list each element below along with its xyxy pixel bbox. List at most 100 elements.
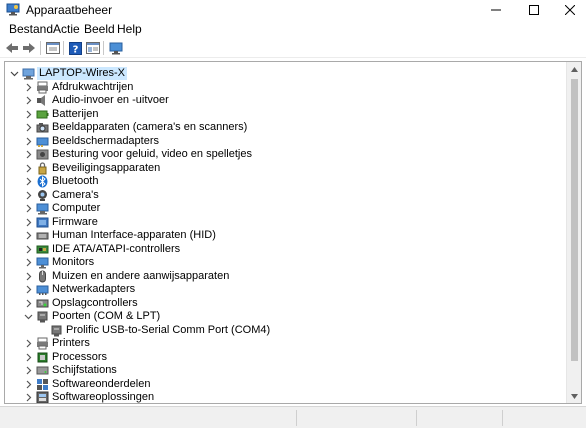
- chevron-right-icon[interactable]: [24, 245, 33, 254]
- menu-help[interactable]: Help: [117, 23, 142, 36]
- tree-item-label: Bluetooth: [52, 175, 99, 187]
- chevron-right-icon[interactable]: [24, 150, 33, 159]
- status-pane: [502, 410, 503, 426]
- minimize-icon: [491, 9, 501, 11]
- properties-icon: [46, 42, 60, 54]
- window-title: Apparaatbeheer: [26, 3, 113, 17]
- maximize-button[interactable]: [516, 0, 552, 20]
- help-icon: ?: [68, 41, 82, 55]
- close-icon: [565, 5, 575, 15]
- chevron-right-icon[interactable]: [24, 393, 33, 402]
- chevron-right-icon[interactable]: [24, 258, 33, 267]
- chevron-right-icon[interactable]: [24, 177, 33, 186]
- tree-item-label: Prolific USB-to-Serial Comm Port (COM4): [66, 323, 271, 336]
- minimize-button[interactable]: [478, 0, 514, 20]
- chevron-right-icon[interactable]: [24, 191, 33, 200]
- chevron-right-icon[interactable]: [24, 137, 33, 146]
- tree-item-label: Computer: [52, 202, 101, 214]
- display-adapter-icon: [36, 137, 49, 147]
- tree-item-label: Beeldapparaten (camera's en scanners): [52, 121, 248, 133]
- tree-item-label: Schijfstations: [52, 364, 117, 376]
- battery-icon: [36, 110, 49, 118]
- chevron-right-icon[interactable]: [24, 96, 33, 105]
- processor-icon: [37, 352, 48, 362]
- chevron-right-icon[interactable]: [24, 231, 33, 240]
- webcam-icon: [38, 189, 47, 201]
- view-button[interactable]: [85, 40, 101, 56]
- tree-item-label: Beeldschermadapters: [52, 134, 160, 147]
- status-pane: [416, 410, 417, 426]
- tree-item-label: Beveiligingsapparaten: [52, 161, 161, 174]
- status-bar: [0, 406, 586, 428]
- tree-item-label: Softwareonderdelen: [52, 377, 151, 390]
- chevron-right-icon[interactable]: [24, 164, 33, 173]
- toolbar-separator: [63, 41, 64, 55]
- help-button[interactable]: ?: [67, 40, 83, 56]
- tree-item-label: Batterijen: [52, 107, 99, 120]
- sound-icon: [36, 149, 49, 160]
- disk-drive-icon: [36, 366, 49, 375]
- chevron-right-icon[interactable]: [24, 272, 33, 281]
- maximize-icon: [529, 5, 539, 15]
- chevron-right-icon[interactable]: [24, 366, 33, 375]
- view-icon: [86, 42, 100, 54]
- back-arrow-icon: [6, 43, 18, 53]
- tree-item-label: Monitors: [52, 256, 95, 268]
- scrollbar-thumb[interactable]: [571, 79, 578, 361]
- vertical-scrollbar[interactable]: [566, 62, 581, 403]
- chevron-right-icon[interactable]: [24, 218, 33, 227]
- print-queue-icon: [37, 81, 48, 93]
- device-manager-icon: [6, 3, 20, 16]
- chevron-right-icon[interactable]: [24, 353, 33, 362]
- security-key-icon: [38, 161, 47, 174]
- port-icon: [51, 325, 62, 336]
- device-tree[interactable]: LAPTOP-Wires-X Afdrukwachtrijen Audio-inv…: [4, 61, 582, 404]
- scroll-down-button[interactable]: [567, 389, 581, 403]
- chevron-right-icon[interactable]: [24, 83, 33, 92]
- tree-item-label: Besturing voor geluid, video en spelletj…: [52, 148, 252, 160]
- menu-bar: Bestand Actie Beeld Help: [0, 20, 586, 38]
- back-button[interactable]: [4, 40, 20, 56]
- software-component-icon: [37, 378, 48, 390]
- tree-item-label: Human Interface-apparaten (HID): [52, 229, 216, 241]
- printer-icon: [37, 337, 48, 350]
- chevron-down-icon[interactable]: [24, 312, 33, 321]
- bluetooth-icon: [37, 175, 48, 188]
- properties-button[interactable]: [45, 40, 61, 56]
- software-solution-icon: [36, 391, 49, 403]
- tree-item-label: Afdrukwachtrijen: [52, 80, 134, 93]
- tree-item-label: Netwerkadapters: [52, 283, 136, 295]
- hid-icon: [36, 232, 49, 240]
- menu-bestand[interactable]: Bestand: [9, 23, 53, 36]
- menu-beeld[interactable]: Beeld: [84, 23, 115, 36]
- tree-item-label: Softwareoplossingen: [52, 391, 155, 403]
- monitor-icon: [36, 257, 49, 269]
- chevron-right-icon[interactable]: [24, 339, 33, 348]
- tree-item-label: Firmware: [52, 215, 98, 228]
- port-icon: [37, 311, 48, 323]
- chevron-right-icon[interactable]: [24, 380, 33, 389]
- scan-hardware-button[interactable]: [108, 40, 124, 56]
- chevron-down-icon[interactable]: [10, 69, 19, 78]
- speaker-icon: [37, 95, 45, 106]
- network-adapter-icon: [36, 285, 49, 295]
- toolbar-separator: [40, 41, 41, 55]
- computer-icon: [36, 203, 49, 215]
- camera-scanner-icon: [36, 123, 49, 133]
- status-pane: [296, 410, 297, 426]
- chevron-right-icon[interactable]: [24, 299, 33, 308]
- storage-controller-icon: [36, 299, 49, 307]
- tree-item-label: IDE ATA/ATAPI-controllers: [52, 242, 181, 255]
- computer-icon: [22, 68, 35, 80]
- chevron-right-icon[interactable]: [24, 204, 33, 213]
- chevron-right-icon[interactable]: [24, 285, 33, 294]
- chevron-right-icon[interactable]: [24, 123, 33, 132]
- scroll-up-button[interactable]: [567, 62, 581, 76]
- firmware-icon: [36, 217, 49, 227]
- forward-button[interactable]: [21, 40, 37, 56]
- menu-actie[interactable]: Actie: [53, 23, 80, 36]
- scroll-up-arrow-icon: [571, 66, 578, 72]
- tree-item-label: Poorten (COM & LPT): [52, 310, 161, 322]
- chevron-right-icon[interactable]: [24, 110, 33, 119]
- close-button[interactable]: [552, 0, 586, 20]
